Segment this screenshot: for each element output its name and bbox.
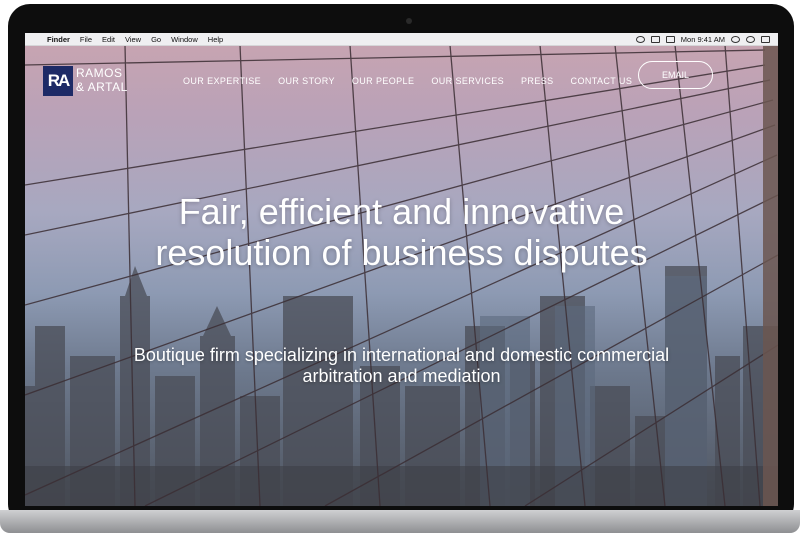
menu-file[interactable]: File	[80, 35, 92, 44]
bridge-cables-image	[25, 45, 778, 506]
nav-contact-us[interactable]: CONTACT US	[571, 76, 633, 86]
menu-view[interactable]: View	[125, 35, 141, 44]
nav-our-people[interactable]: OUR PEOPLE	[352, 76, 415, 86]
logo-mark: RA	[43, 66, 73, 96]
menubar-clock[interactable]: Mon 9:41 AM	[681, 35, 725, 44]
menu-go[interactable]: Go	[151, 35, 161, 44]
menu-window[interactable]: Window	[171, 35, 198, 44]
logo-line-2: & ARTAL	[76, 80, 128, 94]
battery-icon[interactable]	[665, 35, 675, 43]
menu-help[interactable]: Help	[208, 35, 223, 44]
nav-our-expertise[interactable]: OUR EXPERTISE	[183, 76, 261, 86]
email-button[interactable]: EMAIL	[638, 61, 713, 89]
site-logo[interactable]: RA RAMOS & ARTAL	[43, 66, 128, 96]
hero-title: Fair, efficient and innovative resolutio…	[155, 191, 648, 273]
nav-press[interactable]: PRESS	[521, 76, 554, 86]
nav-our-services[interactable]: OUR SERVICES	[431, 76, 504, 86]
menu-finder[interactable]: Finder	[47, 35, 70, 44]
laptop-base	[0, 510, 800, 533]
logo-line-1: RAMOS	[76, 66, 123, 80]
menu-edit[interactable]: Edit	[102, 35, 115, 44]
screen: Finder File Edit View Go Window Help Mon…	[25, 33, 778, 506]
logo-wordmark: RAMOS & ARTAL	[76, 66, 128, 94]
hero-subtitle: Boutique firm specializing in internatio…	[133, 345, 670, 386]
main-nav: OUR EXPERTISE OUR STORY OUR PEOPLE OUR S…	[183, 76, 632, 86]
macos-menubar: Finder File Edit View Go Window Help Mon…	[25, 33, 778, 46]
airplay-icon[interactable]	[650, 35, 660, 43]
notification-center-icon[interactable]	[761, 35, 770, 43]
nav-our-story[interactable]: OUR STORY	[278, 76, 335, 86]
wifi-icon[interactable]	[635, 35, 645, 43]
siri-icon[interactable]	[746, 35, 755, 43]
camera-dot	[406, 18, 412, 24]
search-icon[interactable]	[731, 35, 740, 43]
